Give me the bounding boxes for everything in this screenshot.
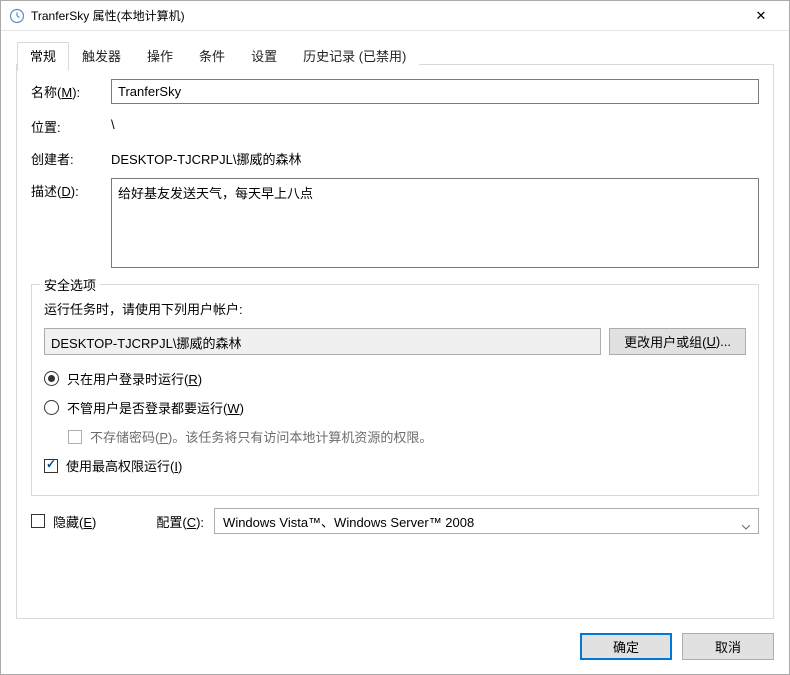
tab-actions[interactable]: 操作: [134, 42, 186, 70]
tab-history[interactable]: 历史记录 (已禁用): [290, 42, 419, 70]
account-value: DESKTOP-TJCRPJL\挪威的森林: [44, 328, 601, 355]
row-name: 名称(M):: [31, 79, 759, 104]
checkbox-no-password: 不存储密码(P)。该任务将只有访问本地计算机资源的权限。: [68, 427, 746, 446]
close-button[interactable]: ✕: [741, 8, 781, 24]
location-label: 位置:: [31, 114, 111, 136]
author-value: DESKTOP-TJCRPJL\挪威的森林: [111, 146, 301, 168]
row-author: 创建者: DESKTOP-TJCRPJL\挪威的森林: [31, 146, 759, 168]
checkbox-icon: [31, 514, 45, 528]
chevron-down-icon: [742, 518, 750, 523]
ok-button[interactable]: 确定: [580, 633, 672, 660]
security-groupbox: 安全选项 运行任务时，请使用下列用户帐户: DESKTOP-TJCRPJL\挪威…: [31, 284, 759, 496]
tab-triggers[interactable]: 触发器: [69, 42, 134, 70]
bottom-row: 隐藏(E) 配置(C): Windows Vista™、Windows Serv…: [31, 508, 759, 534]
tab-body-general: 名称(M): 位置: \ 创建者: DESKTOP-TJCRPJL\挪威的森林 …: [17, 65, 773, 618]
properties-window: TranferSky 属性(本地计算机) ✕ 常规 触发器 操作 条件 设置 历…: [0, 0, 790, 675]
run-as-label: 运行任务时，请使用下列用户帐户:: [44, 299, 746, 318]
author-label: 创建者:: [31, 146, 111, 168]
content-area: 常规 触发器 操作 条件 设置 历史记录 (已禁用) 名称(M): 位置: \ …: [1, 31, 789, 674]
radio-icon: [44, 371, 59, 386]
checkbox-highest-priv[interactable]: 使用最高权限运行(I): [44, 456, 746, 475]
account-row: DESKTOP-TJCRPJL\挪威的森林 更改用户或组(U)...: [44, 328, 746, 355]
config-label: 配置(C):: [156, 512, 204, 531]
radio-any-user[interactable]: 不管用户是否登录都要运行(W): [44, 398, 746, 417]
config-select-value: Windows Vista™、Windows Server™ 2008: [223, 515, 474, 530]
titlebar: TranferSky 属性(本地计算机) ✕: [1, 1, 789, 31]
description-textarea[interactable]: [111, 178, 759, 268]
row-location: 位置: \: [31, 114, 759, 136]
security-legend: 安全选项: [40, 275, 100, 294]
tab-conditions[interactable]: 条件: [186, 42, 238, 70]
description-label: 描述(D):: [31, 178, 111, 200]
clock-icon: [9, 8, 25, 24]
tab-general[interactable]: 常规: [17, 42, 69, 71]
name-input[interactable]: [111, 79, 759, 104]
tab-settings[interactable]: 设置: [238, 42, 290, 70]
window-title: TranferSky 属性(本地计算机): [31, 7, 741, 24]
tab-strip: 常规 触发器 操作 条件 设置 历史记录 (已禁用): [17, 42, 419, 70]
radio-icon: [44, 400, 59, 415]
change-user-button[interactable]: 更改用户或组(U)...: [609, 328, 746, 355]
location-value: \: [111, 114, 115, 132]
tab-panel: 常规 触发器 操作 条件 设置 历史记录 (已禁用) 名称(M): 位置: \ …: [16, 64, 774, 619]
checkbox-icon: [68, 430, 82, 444]
name-label: 名称(M):: [31, 79, 111, 101]
checkbox-icon: [44, 459, 58, 473]
config-select[interactable]: Windows Vista™、Windows Server™ 2008: [214, 508, 759, 534]
radio-logged-on[interactable]: 只在用户登录时运行(R): [44, 369, 746, 388]
cancel-button[interactable]: 取消: [682, 633, 774, 660]
dialog-footer: 确定 取消: [16, 619, 774, 662]
row-description: 描述(D):: [31, 178, 759, 268]
checkbox-hidden[interactable]: 隐藏(E): [31, 512, 96, 531]
